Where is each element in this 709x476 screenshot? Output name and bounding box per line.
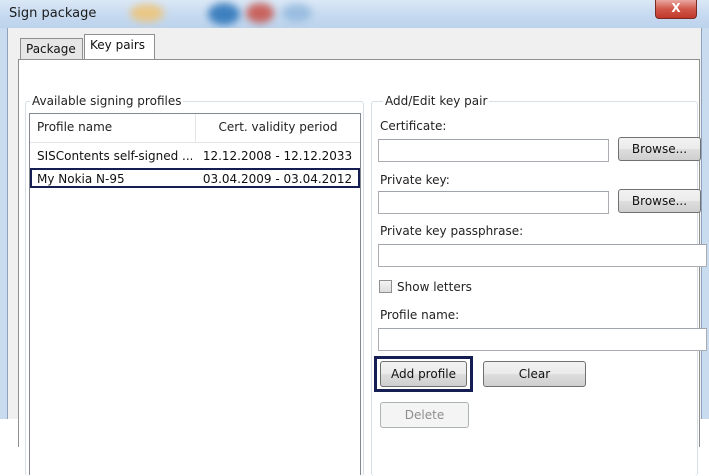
title-bar-decoration <box>246 3 274 23</box>
tab-panel-key-pairs: Available signing profiles Profile name … <box>18 59 707 476</box>
header-divider <box>30 142 360 143</box>
passphrase-label: Private key passphrase: <box>380 224 524 238</box>
passphrase-input[interactable] <box>378 244 707 267</box>
column-header-profile-name[interactable]: Profile name <box>30 114 195 142</box>
profile-row-selected[interactable]: My Nokia N-95 03.04.2009 - 03.04.2012 <box>30 168 360 188</box>
profiles-list[interactable]: Profile name Cert. validity period SISCo… <box>29 113 361 475</box>
client-area: Package Key pairs Available signing prof… <box>7 28 707 476</box>
validity-period-cell: 03.04.2009 - 03.04.2012 <box>202 172 353 186</box>
delete-button[interactable]: Delete <box>380 402 469 428</box>
clear-button[interactable]: Clear <box>483 361 586 387</box>
title-bar-decoration <box>282 4 312 22</box>
browse-certificate-button[interactable]: Browse... <box>618 137 701 161</box>
private-key-label: Private key: <box>380 173 450 187</box>
close-button[interactable]: X <box>655 0 697 19</box>
profile-row[interactable]: SISContents self-signed ... 12.12.2008 -… <box>30 147 360 167</box>
certificate-input[interactable] <box>378 139 609 162</box>
browse-private-key-button[interactable]: Browse... <box>618 189 701 213</box>
profiles-group: Available signing profiles Profile name … <box>25 94 364 476</box>
window-title: Sign package <box>9 6 97 21</box>
window-frame: Sign package X Package Key pairs Availab… <box>0 0 709 476</box>
title-bar-decoration <box>208 3 240 25</box>
show-letters-checkbox[interactable] <box>379 280 392 293</box>
certificate-label: Certificate: <box>380 119 447 133</box>
validity-period-cell: 12.12.2008 - 12.12.2033 <box>202 149 353 163</box>
title-bar-decoration <box>130 4 164 22</box>
profile-name-cell: SISContents self-signed ... <box>37 149 192 163</box>
add-profile-button[interactable]: Add profile <box>380 361 467 387</box>
profile-name-input[interactable] <box>378 328 707 351</box>
tab-key-pairs[interactable]: Key pairs <box>84 34 155 60</box>
title-bar[interactable]: Sign package X <box>0 0 709 28</box>
show-letters-label[interactable]: Show letters <box>397 280 472 294</box>
profiles-group-legend: Available signing profiles <box>30 94 184 108</box>
edit-key-pair-group: Add/Edit key pair Certificate: Browse...… <box>371 94 707 476</box>
edit-group-legend: Add/Edit key pair <box>383 94 490 108</box>
column-header-validity-period[interactable]: Cert. validity period <box>195 114 360 142</box>
private-key-input[interactable] <box>378 191 609 214</box>
tab-package[interactable]: Package <box>20 38 83 60</box>
profile-name-cell: My Nokia N-95 <box>37 172 125 186</box>
profile-name-label: Profile name: <box>380 308 460 322</box>
